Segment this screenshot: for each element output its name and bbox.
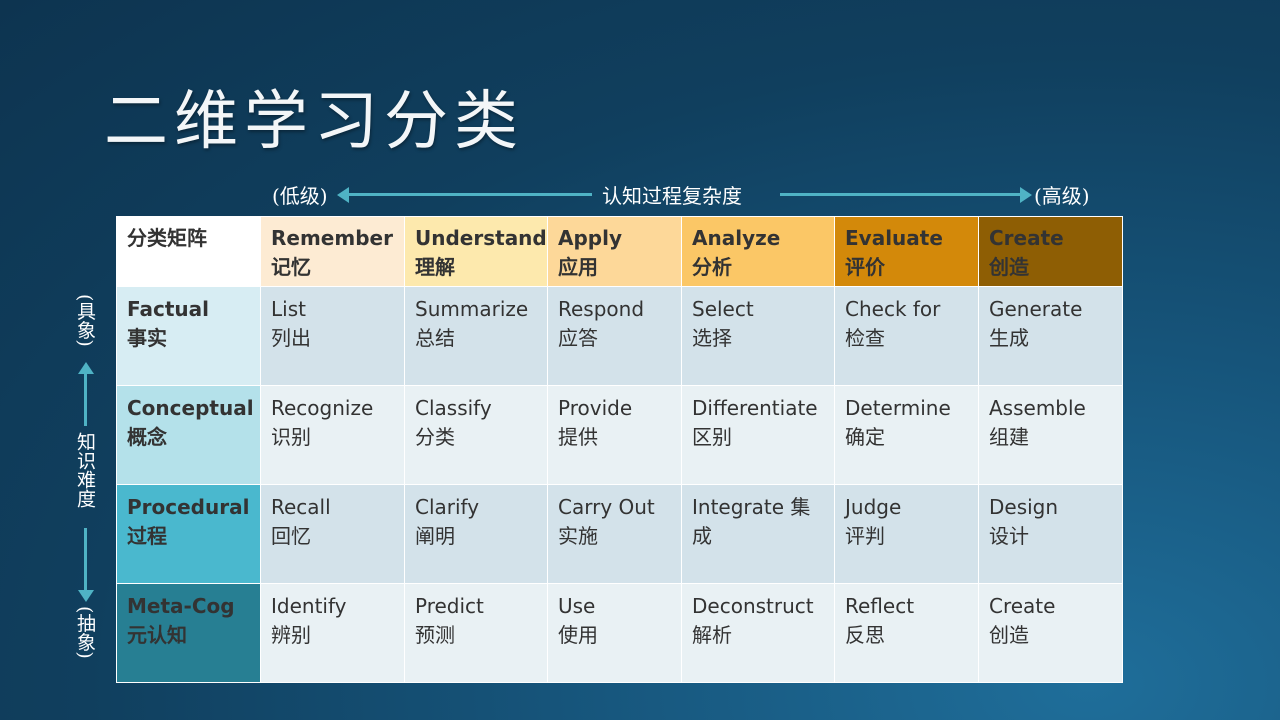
matrix-cell: List 列出 xyxy=(260,286,405,386)
matrix-cell: Predict 预测 xyxy=(404,583,548,683)
matrix-cell: Use 使用 xyxy=(547,583,682,683)
slide-title: 二维学习分类 xyxy=(104,85,524,159)
matrix-cell: Check for 检查 xyxy=(834,286,979,386)
matrix-cell: Select 选择 xyxy=(681,286,835,386)
arrow-down-icon xyxy=(78,590,94,602)
header-row: 分类矩阵 Remember 记忆 Understand 理解 Apply 应用 Ana… xyxy=(116,216,1123,287)
knowledge-difficulty-axis: (具象) 知识难度 (抽象) xyxy=(60,290,110,690)
axis-line-left xyxy=(347,193,592,196)
matrix-cell: Reflect 反思 xyxy=(834,583,979,683)
matrix-cell: Differentiate 区别 xyxy=(681,385,835,485)
matrix-cell: Recall 回忆 xyxy=(260,484,405,584)
row-header: Meta-Cog 元认知 xyxy=(116,583,261,683)
matrix-cell: Summarize 总结 xyxy=(404,286,548,386)
matrix-corner: 分类矩阵 xyxy=(116,216,261,287)
matrix-cell: Determine 确定 xyxy=(834,385,979,485)
matrix-cell: Carry Out 实施 xyxy=(547,484,682,584)
matrix-cell: Deconstruct 解析 xyxy=(681,583,835,683)
row-header: Procedural 过程 xyxy=(116,484,261,584)
matrix-cell: Assemble 组建 xyxy=(978,385,1123,485)
row-header: Conceptual 概念 xyxy=(116,385,261,485)
axis-line-bottom xyxy=(84,528,87,590)
column-header: Understand 理解 xyxy=(404,216,548,287)
matrix-cell: Clarify 阐明 xyxy=(404,484,548,584)
axis-high-label: (高级) xyxy=(1034,184,1090,208)
column-header: Create 创造 xyxy=(978,216,1123,287)
axis-low-label: (低级) xyxy=(272,184,328,208)
axis-top-label: (具象) xyxy=(74,294,96,347)
matrix-cell: Classify 分类 xyxy=(404,385,548,485)
matrix-cell: Provide 提供 xyxy=(547,385,682,485)
column-header: Evaluate 评价 xyxy=(834,216,979,287)
taxonomy-matrix: 分类矩阵 Remember 记忆 Understand 理解 Apply 应用 Ana… xyxy=(116,216,1123,683)
column-header: Analyze 分析 xyxy=(681,216,835,287)
matrix-cell: Integrate 集成 xyxy=(681,484,835,584)
column-header: Apply 应用 xyxy=(547,216,682,287)
matrix-cell: Identify 辨别 xyxy=(260,583,405,683)
row-header: Factual 事实 xyxy=(116,286,261,386)
matrix-cell: Judge 评判 xyxy=(834,484,979,584)
arrow-right-icon xyxy=(1020,187,1032,203)
table-row: Factual 事实 List 列出 Summarize 总结 Respond 应答 S… xyxy=(116,286,1123,386)
matrix-cell: Create 创造 xyxy=(978,583,1123,683)
axis-title: 认知过程复杂度 xyxy=(602,184,742,208)
matrix-cell: Design 设计 xyxy=(978,484,1123,584)
cognitive-complexity-axis: (低级) 认知过程复杂度 (高级) xyxy=(0,180,1280,210)
table-row: Conceptual 概念 Recognize 识别 Classify 分类 Prov… xyxy=(116,385,1123,485)
matrix-cell: Recognize 识别 xyxy=(260,385,405,485)
axis-vertical-title: 知识难度 xyxy=(74,432,96,508)
matrix-cell: Respond 应答 xyxy=(547,286,682,386)
table-row: Procedural 过程 Recall 回忆 Clarify 阐明 Carry Ou… xyxy=(116,484,1123,584)
table-row: Meta-Cog 元认知 Identify 辨别 Predict 预测 Use 使用 D… xyxy=(116,583,1123,683)
axis-bottom-label: (抽象) xyxy=(74,606,96,659)
column-header: Remember 记忆 xyxy=(260,216,405,287)
axis-line-top xyxy=(84,372,87,426)
matrix-cell: Generate 生成 xyxy=(978,286,1123,386)
axis-line-right xyxy=(780,193,1022,196)
